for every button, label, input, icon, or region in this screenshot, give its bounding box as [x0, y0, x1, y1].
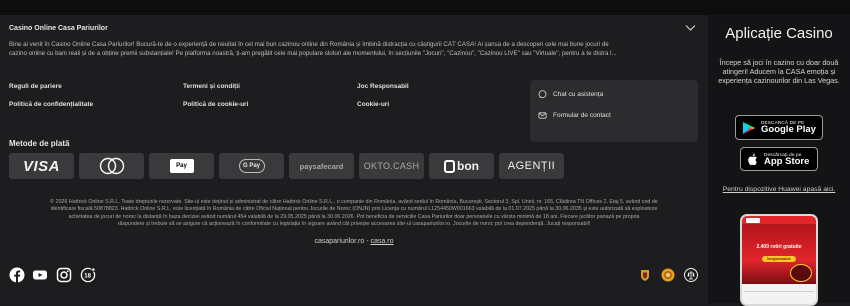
intro-text: Bine ai venit în Casino Online Casa Pari… [9, 41, 699, 58]
google-play-big-label: Google Play [761, 124, 816, 135]
sidebar-description: Începe să joci în cazino cu doar două at… [718, 58, 840, 86]
apple-logo-icon [748, 153, 757, 165]
paysafecard-label: paysafecard [299, 161, 344, 171]
payment-methods-title: Metode de plată [9, 139, 70, 148]
svg-text:18: 18 [84, 273, 91, 279]
roulette-wheel-icon [790, 264, 812, 282]
mastercard-icon [99, 157, 124, 175]
contact-form-button[interactable]: Formular de contact [538, 109, 611, 121]
casa-logo-icon [746, 217, 760, 223]
legal-text: © 2026 Hattrick Online S.R.L. Toate drep… [14, 199, 694, 228]
payment-google-pay: G Pay [219, 153, 284, 179]
chevron-down-icon[interactable] [685, 24, 696, 32]
accordion-title[interactable]: Casino Online Casa Pariurilor [9, 25, 108, 32]
app-store-button[interactable]: Descărcați de pe App Store [740, 147, 818, 171]
google-play-icon [743, 121, 755, 134]
phone-cta-button: Înregistrează-te [762, 256, 796, 262]
link-privacy-policy[interactable]: Politică de confidențialitate [9, 101, 93, 108]
link-cookies[interactable]: Cookie-uri [357, 101, 389, 108]
top-bar [0, 0, 850, 15]
bon-logo-icon [444, 159, 455, 173]
app-store-big-label: App Store [764, 155, 810, 167]
link-betting-rules[interactable]: Reguli de pariere [9, 83, 62, 90]
link-responsible-gaming[interactable]: Joc Responsabil [357, 83, 409, 90]
onjn-crest-icon[interactable] [638, 268, 652, 282]
anpc-badge-icon[interactable] [661, 268, 675, 282]
link-cookie-policy[interactable]: Politică de cookie-uri [183, 101, 248, 108]
intro-line: Bine ai venit în Casino Online Casa Pari… [9, 41, 609, 48]
bon-label: bon [457, 159, 479, 173]
google-pay-badge: G Pay [238, 159, 265, 173]
intro-line: cazino online cu bani reali și de a obți… [9, 49, 617, 57]
app-sidebar: Aplicație Casino Începe să joci în cazin… [708, 15, 850, 306]
payment-mastercard [79, 153, 144, 179]
phone-mockup: 2.400 rotiri gratuite Înregistrează-te [740, 214, 818, 306]
legal-line: activitatea de jocuri de noroc la distan… [68, 213, 640, 220]
facebook-icon[interactable] [9, 267, 25, 283]
youtube-icon[interactable] [32, 267, 48, 283]
payment-bon: bon [429, 153, 494, 179]
envelope-icon [538, 111, 547, 119]
age-18-plus-icon: 18 [80, 267, 96, 283]
domain-main: casapariurilor.ro [314, 238, 365, 245]
huawei-link[interactable]: Pentru dispozitive Huawei apasă aici. [708, 186, 850, 193]
apple-pay-badge: Pay [169, 159, 194, 173]
google-play-button[interactable]: DESCARCĂ DE PE Google Play [735, 115, 823, 140]
phone-promo-text: 2.400 rotiri gratuite [756, 244, 802, 250]
chat-support-label: Chat cu asistența [553, 90, 604, 98]
chat-bubble-icon [538, 89, 547, 98]
scale-badge-icon[interactable] [684, 268, 698, 282]
instagram-icon[interactable] [56, 267, 72, 283]
domain-links: casapariurilor.ro - casa.ro [0, 238, 708, 245]
chat-support-button[interactable]: Chat cu asistența [538, 88, 603, 100]
payment-okto-cash: OKTO.CASH [359, 153, 424, 179]
phone-lobby-bar [744, 287, 814, 292]
legal-line: răspundere și trebuie să se asigure că a… [117, 220, 591, 227]
legal-line: © 2026 Hattrick Online S.R.L. Toate drep… [50, 199, 658, 205]
payment-paysafecard: paysafecard [289, 153, 354, 179]
payment-visa: VISA [9, 153, 74, 179]
contact-form-label: Formular de contact [553, 111, 611, 119]
link-terms[interactable]: Termeni și condiții [183, 83, 240, 90]
payment-apple-pay: Pay [149, 153, 214, 179]
payment-agencies: AGENȚII [499, 153, 564, 179]
phone-header [742, 216, 816, 224]
phone-promo-banner: 2.400 rotiri gratuite Înregistrează-te [742, 224, 816, 284]
support-box: Chat cu asistența Formular de contact [530, 80, 698, 142]
domain-short-link[interactable]: casa.ro [371, 238, 394, 245]
sidebar-title: Aplicație Casino [725, 25, 833, 42]
footer-main: Casino Online Casa Pariurilor Bine ai ve… [0, 15, 708, 303]
legal-line: identificare fiscală 50878823. Hattrick … [50, 206, 658, 213]
